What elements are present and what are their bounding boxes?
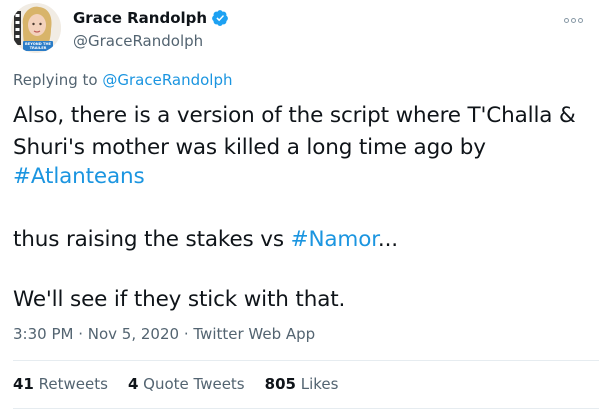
- quote-tweets-count: 4: [127, 375, 139, 393]
- author-handle[interactable]: @GraceRandolph: [73, 32, 203, 50]
- tweet-text-segment: ...: [377, 227, 398, 252]
- tweet-text-line: We'll see if they stick with that.: [13, 287, 346, 312]
- more-dot: [570, 17, 576, 23]
- quote-tweets-label: Quote Tweets: [143, 375, 245, 393]
- retweets-stat[interactable]: 41 Retweets: [13, 375, 108, 393]
- replying-prefix: Replying to: [13, 71, 98, 89]
- retweets-count: 41: [13, 375, 34, 393]
- likes-count: 805: [264, 375, 296, 393]
- likes-stat[interactable]: 805 Likes: [265, 375, 339, 393]
- avatar-badge-text: BEYOND THE TRAILER: [25, 42, 51, 50]
- replying-to: Replying to @GraceRandolph: [13, 71, 233, 89]
- tweet-meta: 3:30 PM · Nov 5, 2020 · Twitter Web App: [13, 325, 315, 343]
- tweet-time-link[interactable]: 3:30 PM: [13, 325, 73, 343]
- divider: [13, 408, 599, 409]
- meta-separator: ·: [73, 325, 88, 343]
- tweet-text-line: Shuri's mother was killed a long time ag…: [13, 135, 486, 160]
- hashtag-link-namor[interactable]: #Namor: [291, 227, 378, 252]
- more-dot: [563, 17, 569, 23]
- tweet-text-line: thus raising the stakes vs #Namor...: [13, 225, 398, 254]
- likes-label: Likes: [300, 375, 339, 393]
- retweets-label: Retweets: [38, 375, 108, 393]
- tweet: BEYOND THE TRAILER Grace Randolph @Grace…: [0, 0, 599, 411]
- tweet-stats: 41 Retweets 4 Quote Tweets 805 Likes: [13, 375, 338, 393]
- divider: [13, 360, 599, 361]
- author-name[interactable]: Grace Randolph: [73, 9, 207, 27]
- tweet-text-segment: thus raising the stakes vs: [13, 227, 291, 252]
- hashtag-link-atlanteans[interactable]: #Atlanteans: [13, 162, 145, 191]
- more-options-icon[interactable]: [561, 14, 585, 26]
- tweet-text-line: Also, there is a version of the script w…: [13, 103, 576, 128]
- tweet-date-link[interactable]: Nov 5, 2020: [88, 325, 179, 343]
- meta-separator: ·: [179, 325, 194, 343]
- verified-badge-icon: [211, 9, 229, 27]
- author-name-row[interactable]: Grace Randolph: [73, 9, 229, 27]
- more-dot: [577, 17, 583, 23]
- avatar[interactable]: BEYOND THE TRAILER: [11, 3, 61, 53]
- quote-tweets-stat[interactable]: 4 Quote Tweets: [128, 375, 245, 393]
- replying-mention-link[interactable]: @GraceRandolph: [102, 71, 232, 89]
- tweet-source: Twitter Web App: [193, 325, 316, 343]
